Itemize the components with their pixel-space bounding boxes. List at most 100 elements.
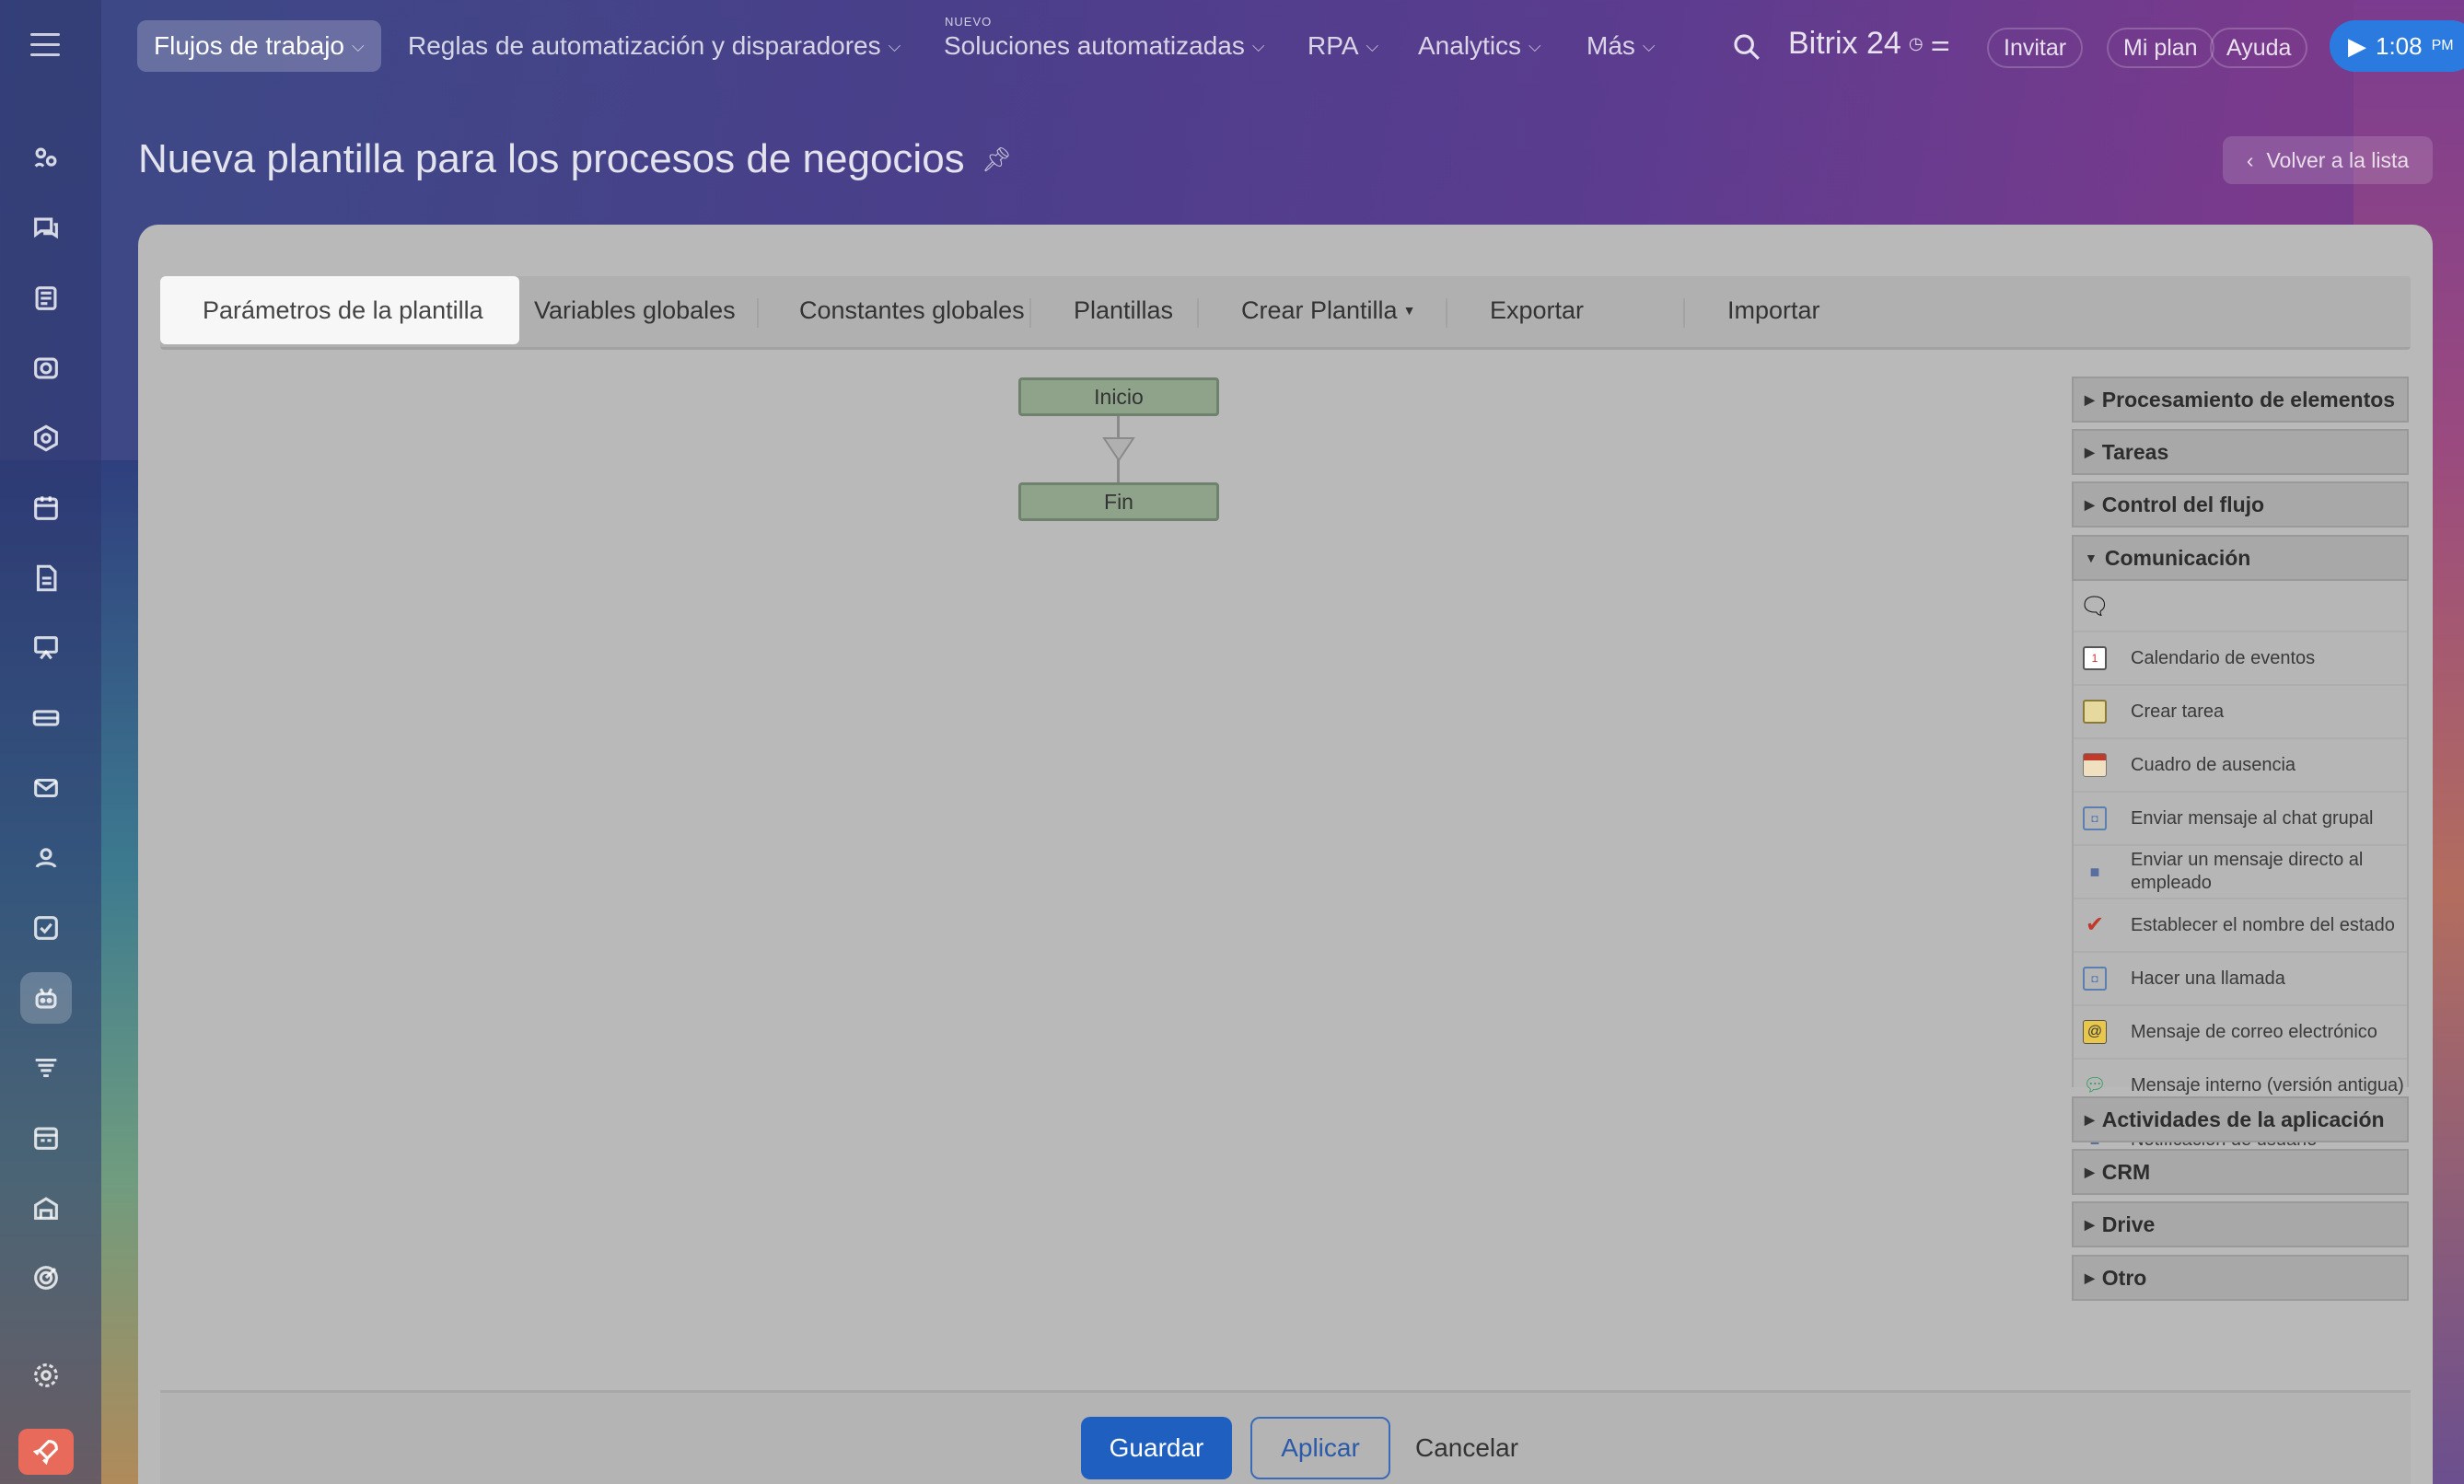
my-plan-button[interactable]: Mi plan [2107,28,2214,68]
group-tasks[interactable]: ▶ Tareas [2072,429,2409,475]
workflow-end-node[interactable]: Fin [1018,482,1219,521]
calendar-icon: 1 [2083,646,2107,670]
caret-right-icon: ▶ [2085,1111,2095,1127]
caret-down-icon: ▼ [1402,303,1416,318]
item-label: Hacer una llamada [2131,968,2285,989]
brand-logo[interactable]: Bitrix 24 ◷ ⚌ [1788,26,1950,62]
list-item[interactable]: ✔ Establecer el nombre del estado [2074,899,2407,953]
document-icon[interactable] [20,552,72,604]
tab-divider [1029,298,1031,328]
caret-right-icon: ▶ [2085,1216,2095,1232]
list-item[interactable]: ◘ Enviar mensaje al chat grupal [2074,793,2407,846]
tab-export[interactable]: Exportar [1464,276,1610,344]
chevron-down-icon: ⌵ [1528,36,1541,55]
menu-icon[interactable] [30,33,60,57]
nav-automated-solutions-label: Soluciones automatizadas [944,31,1245,60]
speech-bubble-icon: 🗨︎ [2079,591,2110,620]
list-item[interactable]: 🗨︎ [2074,581,2407,632]
call-icon: ◘ [2083,967,2107,991]
apply-button[interactable]: Aplicar [1250,1417,1390,1479]
caret-down-icon: ▼ [2085,551,2098,565]
group-label: Otro [2101,1265,2147,1290]
nav-automation-rules[interactable]: Reglas de automatización y disparadores ⌵ [408,20,901,72]
insert-point-icon[interactable] [1102,436,1135,462]
timer-suffix: PM [2431,38,2454,53]
nav-rpa[interactable]: RPA ⌵ [1308,20,1378,72]
tab-global-constants[interactable]: Constantes globales [773,276,1051,344]
chevron-down-icon: ⌵ [888,36,901,55]
workflow-start-node[interactable]: Inicio [1018,377,1219,416]
list-item[interactable]: ■ Enviar un mensaje directo al empleado [2074,846,2407,899]
news-icon[interactable] [20,272,72,324]
page-title-text: Nueva plantilla para los procesos de neg… [138,136,965,181]
help-button[interactable]: Ayuda [2210,28,2308,68]
chevron-left-icon: ‹ [2246,147,2254,172]
page-title: Nueva plantilla para los procesos de neg… [138,136,1012,182]
group-flow-control[interactable]: ▶ Control del flujo [2072,481,2409,528]
top-navigation: Flujos de trabajo ⌵ Reglas de automatizac… [101,0,2464,92]
nav-more[interactable]: Más ⌵ [1586,20,1656,72]
tab-templates[interactable]: Plantillas [1048,276,1199,344]
tab-create-template[interactable]: Crear Plantilla ▼ [1215,276,1441,344]
item-label: Enviar mensaje al chat grupal [2131,807,2374,829]
nav-more-label: Más [1586,31,1635,60]
chevron-down-icon: ⌵ [352,36,365,55]
nav-workflows-label: Flujos de trabajo [154,31,345,60]
item-label: Cuadro de ausencia [2131,754,2296,775]
invite-button[interactable]: Invitar [1987,28,2084,68]
presentation-icon[interactable] [20,622,72,674]
rocket-icon[interactable] [18,1429,74,1475]
calendar-nav-icon[interactable] [20,482,72,534]
chevron-down-icon: ⌵ [1251,36,1265,55]
chat-icon[interactable] [20,203,72,254]
back-to-list-button[interactable]: ‹ Volver a la lista [2223,136,2433,184]
group-label: Procesamiento de elementos [2101,387,2396,412]
tasks-icon[interactable] [20,902,72,954]
list-item[interactable]: ◘ Hacer una llamada [2074,953,2407,1006]
caret-right-icon: ▶ [2085,496,2095,512]
tab-global-variables[interactable]: Variables globales [508,276,761,344]
tab-template-parameters[interactable]: Parámetros de la plantilla [160,276,519,344]
hexagon-icon[interactable] [20,412,72,464]
save-button[interactable]: Guardar [1081,1417,1232,1479]
storage-icon[interactable] [20,692,72,744]
list-item[interactable]: 1 Calendario de eventos [2074,632,2407,686]
schedule-icon[interactable] [20,1112,72,1164]
warehouse-icon[interactable] [20,1182,72,1234]
feed-icon[interactable] [20,133,72,184]
funnel-icon[interactable] [20,1042,72,1094]
nav-analytics[interactable]: Analytics ⌵ [1418,20,1541,72]
target-icon[interactable] [20,1252,72,1304]
settings-icon[interactable] [20,1350,72,1401]
chevron-down-icon: ⌵ [1642,36,1656,55]
caret-right-icon: ▶ [2085,1164,2095,1179]
group-label: Comunicación [2104,545,2251,570]
group-crm[interactable]: ▶ CRM [2072,1149,2409,1195]
search-icon[interactable] [1731,31,1762,63]
camera-icon[interactable] [20,342,72,394]
tab-divider [1683,298,1685,328]
list-item[interactable]: Crear tarea [2074,686,2407,739]
caret-right-icon: ▶ [2085,391,2095,407]
list-item[interactable]: @ Mensaje de correo electrónico [2074,1006,2407,1060]
contacts-icon[interactable] [20,832,72,884]
pin-icon[interactable]: 📌︎ [982,145,1012,174]
group-application-activities[interactable]: ▶ Actividades de la aplicación [2072,1096,2409,1142]
cancel-button[interactable]: Cancelar [1398,1417,1536,1479]
tab-import[interactable]: Importar [1702,276,1846,344]
group-communication[interactable]: ▼ Comunicación [2072,535,2409,581]
robot-icon[interactable] [20,972,72,1024]
mail-icon[interactable] [20,762,72,814]
nav-automated-solutions[interactable]: Soluciones automatizadas ⌵ [944,20,1265,72]
nav-workflows[interactable]: Flujos de trabajo ⌵ [137,20,381,72]
chevron-down-icon: ⌵ [1366,36,1379,55]
group-other[interactable]: ▶ Otro [2072,1255,2409,1301]
template-editor-panel: Parámetros de la plantilla Variables glo… [138,225,2433,1484]
caret-right-icon: ▶ [2085,444,2095,459]
left-sidebar [0,0,101,1484]
group-drive[interactable]: ▶ Drive [2072,1201,2409,1247]
sliders-icon[interactable]: ⚌ [1931,30,1951,57]
list-item[interactable]: Cuadro de ausencia [2074,739,2407,793]
group-element-processing[interactable]: ▶ Procesamiento de elementos [2072,377,2409,423]
work-timer-button[interactable]: ▶ 1:08 PM [2330,20,2464,72]
